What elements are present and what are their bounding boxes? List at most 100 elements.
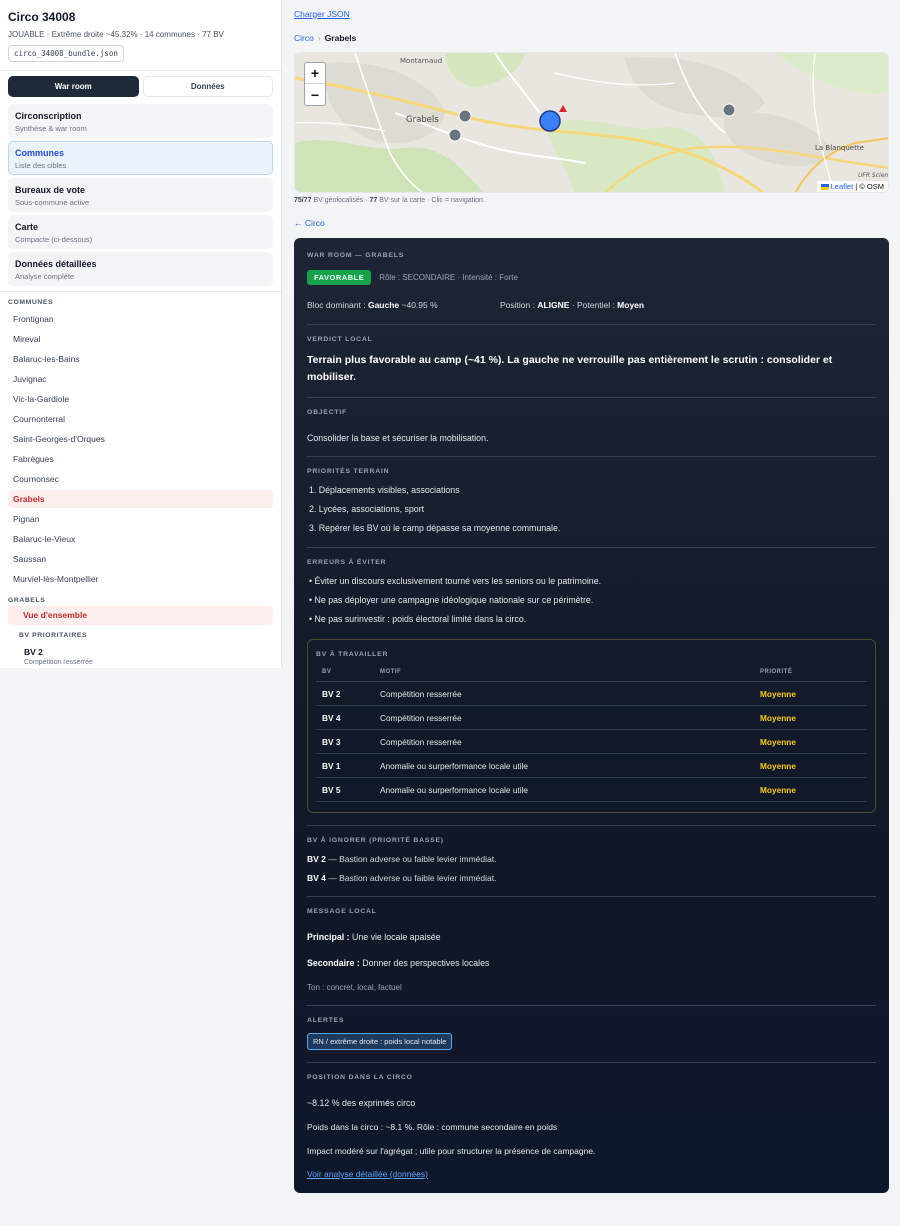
view-tabs: War room Données xyxy=(0,71,281,97)
bv-table-header: BV MOTIF PRIORITÉ xyxy=(316,662,867,682)
col-priorite: PRIORITÉ xyxy=(760,668,793,675)
position-label: Position : xyxy=(500,300,538,310)
message-secondaire: Secondaire : Donner des perspectives loc… xyxy=(307,958,876,968)
osm-credit: | © OSM xyxy=(855,182,884,191)
caption-geolocated: 75/77 xyxy=(294,197,312,204)
caption-text: BV sur la carte · Clic = navigation. xyxy=(377,197,485,204)
circo-title: Circo 34008 xyxy=(8,10,76,24)
map[interactable]: Montarnaud Grabels La Blanquette UFR Sci… xyxy=(294,52,889,193)
breadcrumb-parent[interactable]: Circo xyxy=(294,33,314,43)
load-json-link[interactable]: Charger JSON xyxy=(294,9,350,19)
favorable-badge: FAVORABLE xyxy=(307,270,372,285)
bv-item-title: BV 2 xyxy=(24,647,43,657)
table-row[interactable]: BV 1 Anomalie ou surperformance locale u… xyxy=(316,754,867,778)
commune-item[interactable]: Mireval xyxy=(8,330,273,348)
nav-item-carte[interactable]: Carte Compacte (ci-dessous) xyxy=(8,215,273,249)
nav-item-sub: Synthèse & war room xyxy=(15,124,87,133)
zoom-in-button[interactable]: + xyxy=(305,63,325,84)
priorite-item: 3. Repérer les BV où le camp dépasse sa … xyxy=(309,523,561,533)
objectif-label: OBJECTIF xyxy=(307,409,348,416)
leaflet-link[interactable]: Leaflet xyxy=(831,182,854,191)
divider xyxy=(307,547,876,548)
table-row[interactable]: BV 5 Anomalie ou surperformance locale u… xyxy=(316,778,867,802)
detailed-analysis-link[interactable]: Voir analyse détaillée (données) xyxy=(307,1169,876,1179)
position-exprimes: ~8.12 % des exprimés circo xyxy=(307,1098,416,1108)
commune-item[interactable]: Frontignan xyxy=(8,310,273,328)
sidebar-nav: Circonscription Synthèse & war room Comm… xyxy=(0,97,281,286)
commune-item[interactable]: Saussan xyxy=(8,550,273,568)
priorites-list: 1. Déplacements visibles, associations 2… xyxy=(307,481,876,538)
cell-motif: Compétition resserrée xyxy=(380,688,462,699)
commune-item[interactable]: Balaruc-le-Vieux xyxy=(8,530,273,548)
bv-prioritaires-label: BV PRIORITAIRES xyxy=(19,632,88,639)
sidebar: Circo 34008 JOUABLE · Extrême droite ~45… xyxy=(0,0,282,668)
subcommune-section-label: GRABELS xyxy=(8,597,46,604)
map-label: Grabels xyxy=(406,115,439,125)
objectif-text: Consolider la base et sécuriser la mobil… xyxy=(307,433,489,443)
col-motif: MOTIF xyxy=(380,668,402,675)
divider xyxy=(307,825,876,826)
commune-item[interactable]: Cournonsec xyxy=(8,470,273,488)
commune-item[interactable]: Pignan xyxy=(8,510,273,528)
back-to-circo-link[interactable]: ← Circo xyxy=(294,218,325,228)
nav-item-communes[interactable]: Communes Liste des cibles xyxy=(8,141,273,175)
nav-item-title: Circonscription xyxy=(15,111,82,121)
col-bv: BV xyxy=(322,668,332,675)
divider xyxy=(307,1062,876,1063)
map-label: La Blanquette xyxy=(815,144,864,152)
position-circo-label: POSITION DANS LA CIRCO xyxy=(307,1074,413,1081)
priorite-item: 2. Lycées, associations, sport xyxy=(309,504,425,514)
alertes-label: ALERTES xyxy=(307,1017,345,1024)
cell-bv: BV 4 xyxy=(322,712,341,723)
role-intensite: Rôle : SECONDAIRE · Intensité : Forte xyxy=(379,273,518,282)
commune-item[interactable]: Juvignac xyxy=(8,370,273,388)
commune-item[interactable]: Balaruc-les-Bains xyxy=(8,350,273,368)
msg-secondaire-label: Secondaire : xyxy=(307,958,363,968)
msg-principal-text: Une vie locale apaisée xyxy=(351,932,441,942)
commune-item[interactable]: Saint-Georges-d'Orques xyxy=(8,430,273,448)
commune-item[interactable]: Fabrègues xyxy=(8,450,273,468)
cell-bv: BV 5 xyxy=(322,784,341,795)
divider xyxy=(307,397,876,398)
nav-item-title: Bureaux de vote xyxy=(15,185,86,195)
bloc-pct: ~40.95 % xyxy=(399,300,438,310)
communes-section-label: COMMUNES xyxy=(8,299,54,306)
communes-list: Frontignan Mireval Balaruc-les-Bains Juv… xyxy=(0,306,281,588)
map-label: UFR Scien xyxy=(858,172,888,179)
commune-item[interactable]: Murviel-lès-Montpellier xyxy=(8,570,273,588)
nav-item-donnees[interactable]: Données détaillées Analyse complète xyxy=(8,252,273,286)
bundle-filename: circo_34008_bundle.json xyxy=(8,45,124,62)
breadcrumb: Circo › Grabels xyxy=(294,33,356,43)
cell-motif: Compétition resserrée xyxy=(380,736,462,747)
position-poids: Poids dans la circo : ~8.1 %. Rôle : com… xyxy=(307,1122,558,1132)
cell-bv: BV 3 xyxy=(322,736,341,747)
commune-item[interactable]: Cournonterral xyxy=(8,410,273,428)
table-row[interactable]: BV 3 Compétition resserrée Moyenne xyxy=(316,730,867,754)
map-label: Montarnaud xyxy=(400,57,442,65)
verdict-text: Terrain plus favorable au camp (~41 %). … xyxy=(307,354,833,383)
ignorer-item: BV 4 — Bastion adverse ou faible levier … xyxy=(307,869,876,888)
erreurs-list: • Éviter un discours exclusivement tourn… xyxy=(307,572,876,629)
war-room-card: WAR ROOM — GRABELS FAVORABLE Rôle : SECO… xyxy=(294,238,889,1193)
bloc-value: Gauche xyxy=(367,300,400,310)
commune-item-active[interactable]: Grabels xyxy=(8,490,273,508)
position-value: ALIGNE xyxy=(537,300,570,310)
nav-item-circonscription[interactable]: Circonscription Synthèse & war room xyxy=(8,104,273,138)
bv-a-travailler-box: BV À TRAVAILLER BV MOTIF PRIORITÉ BV 2 C… xyxy=(307,639,876,813)
tab-donnees[interactable]: Données xyxy=(142,76,273,97)
vue-ensemble-item[interactable]: Vue d'ensemble xyxy=(8,606,273,625)
tab-war-room[interactable]: War room xyxy=(8,76,139,97)
table-row[interactable]: BV 2 Compétition resserrée Moyenne xyxy=(316,682,867,706)
cell-priorite: Moyenne xyxy=(760,736,796,747)
table-row[interactable]: BV 4 Compétition resserrée Moyenne xyxy=(316,706,867,730)
bv-item-sub: Compétition resserrée xyxy=(24,659,93,666)
commune-item[interactable]: Vic-la-Gardiole xyxy=(8,390,273,408)
verdict-label: VERDICT LOCAL xyxy=(307,336,373,343)
erreur-item: • Éviter un discours exclusivement tourn… xyxy=(309,576,602,586)
cell-priorite: Moyenne xyxy=(760,712,796,723)
zoom-out-button[interactable]: − xyxy=(305,84,325,105)
bv-item[interactable]: BV 2 Compétition resserrée xyxy=(8,639,273,666)
erreur-item: • Ne pas déployer une campagne idéologiq… xyxy=(309,595,594,605)
nav-item-bureaux[interactable]: Bureaux de vote Sous-commune active xyxy=(8,178,273,212)
cell-bv: BV 1 xyxy=(322,760,341,771)
